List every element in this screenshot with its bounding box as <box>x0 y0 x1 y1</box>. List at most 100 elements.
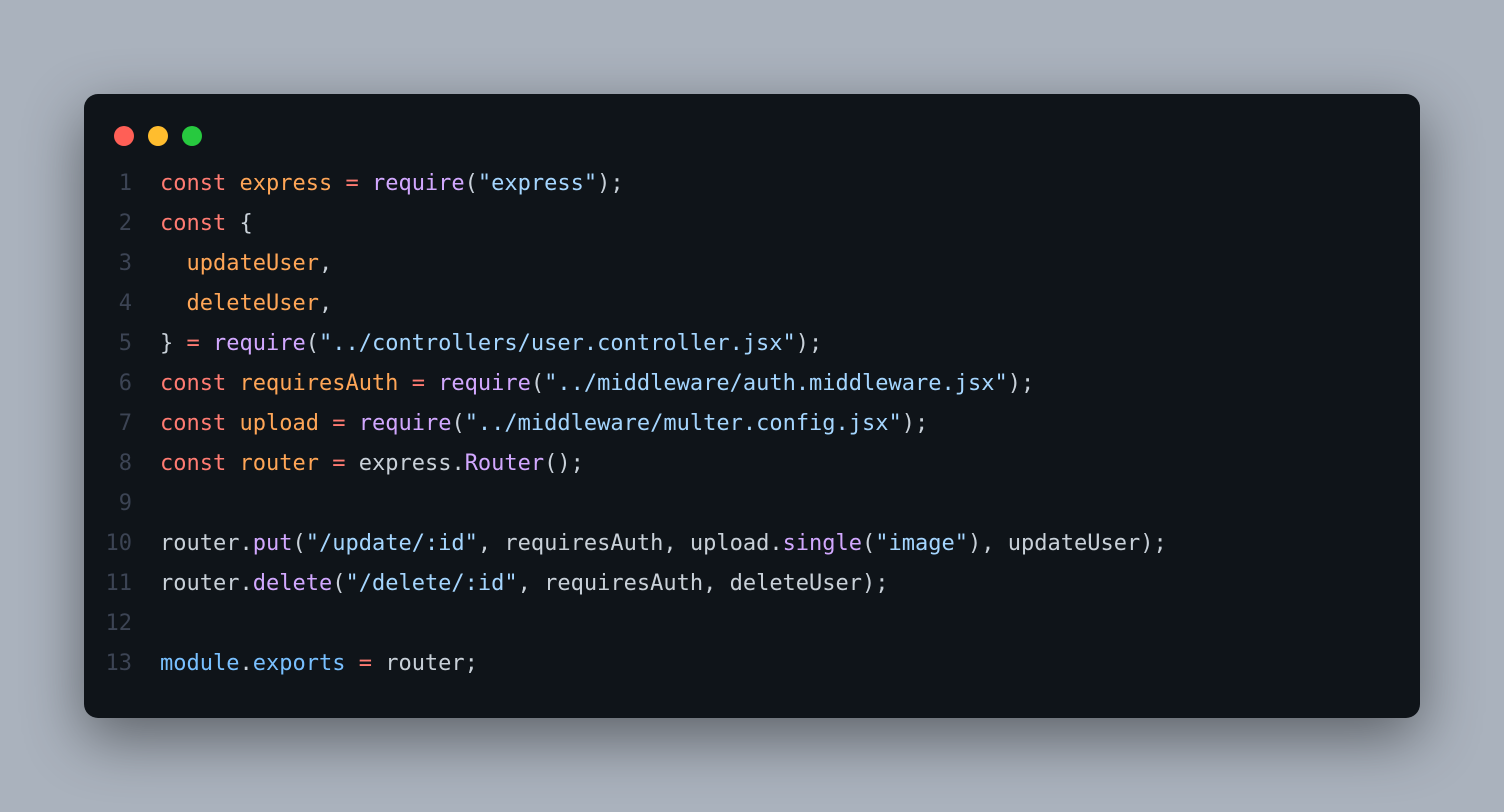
code-line[interactable]: 8const router = express.Router(); <box>84 444 1390 484</box>
token-fn: put <box>253 531 293 556</box>
close-icon[interactable] <box>114 126 134 146</box>
token-pn: ( <box>531 371 544 396</box>
code-content[interactable]: updateUser, <box>160 244 1390 284</box>
code-content[interactable]: const upload = require("../middleware/mu… <box>160 404 1390 444</box>
code-window: 1const express = require("express");2con… <box>84 94 1420 718</box>
line-number: 7 <box>84 404 160 444</box>
token-pn <box>319 411 332 436</box>
token-pn: } <box>160 331 187 356</box>
code-content[interactable]: router.put ( "/update/:id", requiresAuth, … <box>160 524 1390 564</box>
token-pn: ); <box>597 171 624 196</box>
token-str: "express" <box>478 171 597 196</box>
code-line[interactable]: 12 <box>84 604 1390 644</box>
code-content[interactable]: deleteUser, <box>160 284 1390 324</box>
token-var: upload <box>239 411 318 436</box>
token-pn <box>226 411 239 436</box>
token-pn: ( <box>862 531 875 556</box>
line-number: 10 <box>84 524 160 564</box>
token-prop: exports <box>253 651 346 676</box>
token-str: "/update/:id" <box>306 531 478 556</box>
code-area[interactable]: 1const express = require("express");2con… <box>84 164 1420 684</box>
line-number: 2 <box>84 204 160 244</box>
token-id: router <box>160 571 239 596</box>
token-fn: single <box>783 531 862 556</box>
code-line[interactable]: 4 deleteUser, <box>84 284 1390 324</box>
code-content[interactable]: const express = require("express"); <box>160 164 1390 204</box>
code-content[interactable]: module.exports = router; <box>160 644 1390 684</box>
token-var: requiresAuth <box>239 371 398 396</box>
token-pn: ( <box>451 411 464 436</box>
token-pn: ); <box>1008 371 1035 396</box>
token-str: "../middleware/auth.middleware.jsx" <box>544 371 1008 396</box>
token-kw: = <box>412 371 425 396</box>
token-kw: const <box>160 451 226 476</box>
token-pn: ); <box>902 411 929 436</box>
code-content[interactable]: router.delete("/delete/:id", requiresAut… <box>160 564 1390 604</box>
token-str: "/delete/:id" <box>345 571 517 596</box>
line-number: 3 <box>84 244 160 284</box>
token-pn <box>226 171 239 196</box>
token-pn <box>359 171 372 196</box>
token-pn: ( <box>332 571 345 596</box>
token-pn: ( <box>306 331 319 356</box>
token-kw: const <box>160 411 226 436</box>
token-fn: require <box>213 331 306 356</box>
titlebar <box>84 118 1420 164</box>
code-content[interactable]: } = require("../controllers/user.control… <box>160 324 1390 364</box>
token-pn: { <box>226 211 253 236</box>
token-fn: require <box>438 371 531 396</box>
token-fn: require <box>359 411 452 436</box>
token-pn: , <box>319 291 332 316</box>
code-line[interactable]: 1const express = require("express"); <box>84 164 1390 204</box>
token-pn <box>345 411 358 436</box>
code-content[interactable]: const requiresAuth = require("../middlew… <box>160 364 1390 404</box>
line-number: 5 <box>84 324 160 364</box>
token-pn: . <box>239 651 252 676</box>
token-pn: , <box>319 251 332 276</box>
token-fn: require <box>372 171 465 196</box>
code-line[interactable]: 5} = require("../controllers/user.contro… <box>84 324 1390 364</box>
token-pn <box>345 651 358 676</box>
code-line[interactable]: 2const { <box>84 204 1390 244</box>
token-pn: router; <box>372 651 478 676</box>
code-line[interactable]: 3 updateUser, <box>84 244 1390 284</box>
code-line[interactable]: 11router.delete("/delete/:id", requiresA… <box>84 564 1390 604</box>
code-line[interactable]: 6const requiresAuth = require("../middle… <box>84 364 1390 404</box>
maximize-icon[interactable] <box>182 126 202 146</box>
token-str: "../middleware/multer.config.jsx" <box>465 411 902 436</box>
token-pn: , requiresAuth, deleteUser); <box>518 571 889 596</box>
token-pn: . <box>451 451 464 476</box>
code-line[interactable]: 9 <box>84 484 1390 524</box>
code-content[interactable]: const router = express.Router(); <box>160 444 1390 484</box>
token-id: router <box>160 531 239 556</box>
token-kw: = <box>345 171 358 196</box>
code-line[interactable]: 7const upload = require("../middleware/m… <box>84 404 1390 444</box>
line-number: 4 <box>84 284 160 324</box>
token-kw: const <box>160 211 226 236</box>
token-pn: , requiresAuth, upload. <box>478 531 783 556</box>
token-pn <box>200 331 213 356</box>
token-pn <box>345 451 358 476</box>
line-number: 1 <box>84 164 160 204</box>
line-number: 6 <box>84 364 160 404</box>
token-pn: ), updateUser); <box>968 531 1167 556</box>
line-number: 9 <box>84 484 160 524</box>
token-pn <box>226 451 239 476</box>
token-pn: ); <box>796 331 823 356</box>
token-kw: const <box>160 171 226 196</box>
token-pn <box>160 291 187 316</box>
token-pn <box>332 171 345 196</box>
code-line[interactable]: 13module.exports = router; <box>84 644 1390 684</box>
token-var: deleteUser <box>187 291 319 316</box>
token-var: router <box>239 451 318 476</box>
token-fn: Router <box>465 451 544 476</box>
token-id: express <box>359 451 452 476</box>
code-line[interactable]: 10router.put ( "/update/:id", requiresAuth… <box>84 524 1390 564</box>
token-var: express <box>239 171 332 196</box>
token-pn: (); <box>544 451 584 476</box>
minimize-icon[interactable] <box>148 126 168 146</box>
token-str: "image" <box>875 531 968 556</box>
code-content[interactable]: const { <box>160 204 1390 244</box>
token-pn: . <box>239 531 252 556</box>
token-fn: delete <box>253 571 332 596</box>
